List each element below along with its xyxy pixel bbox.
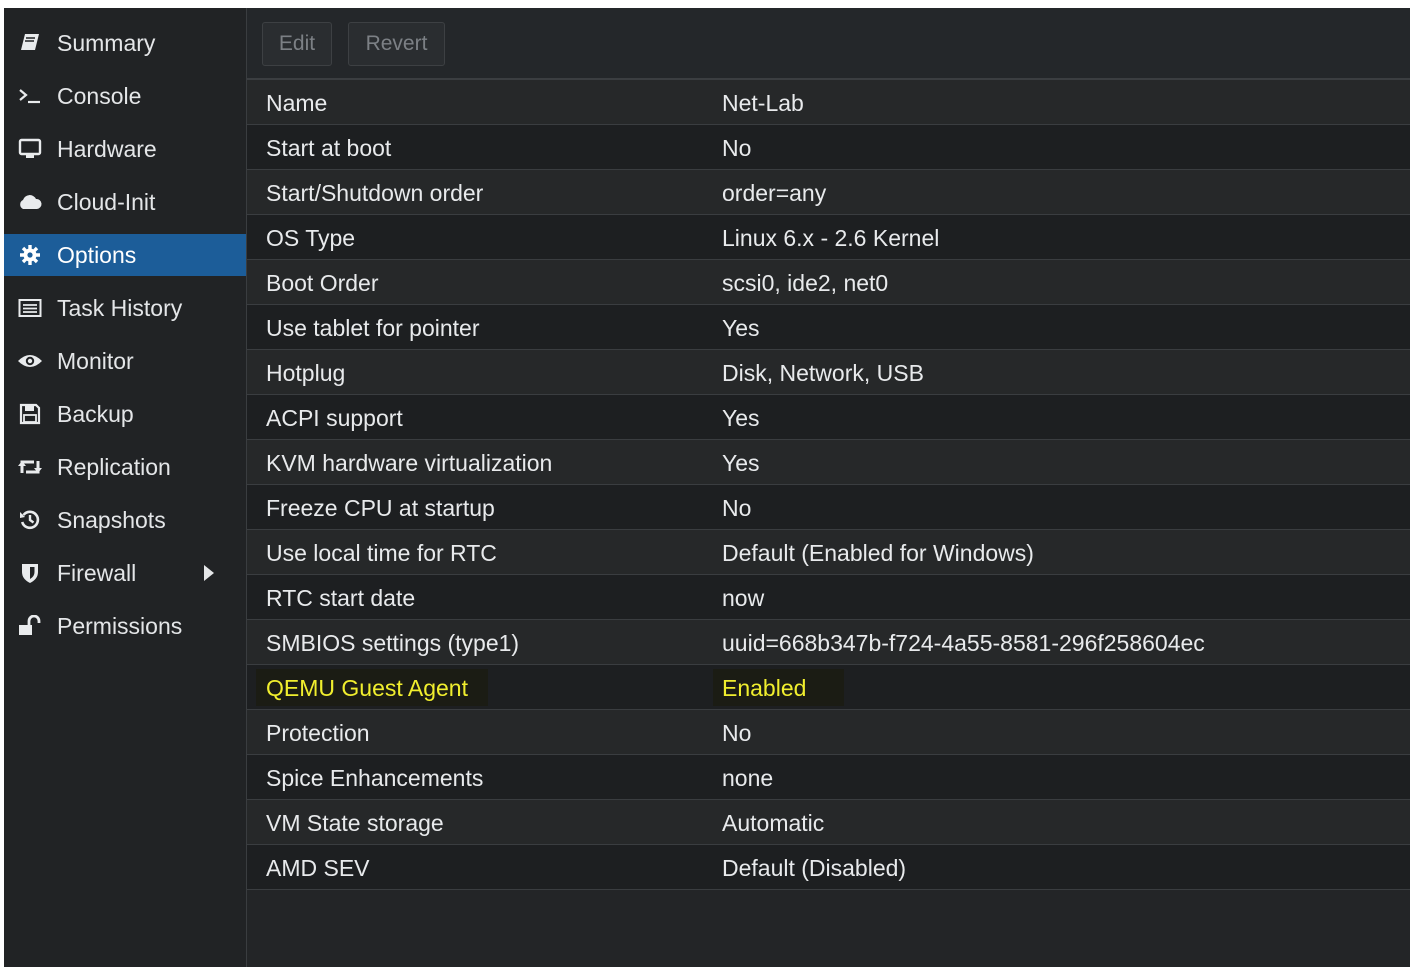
sidebar-item-options[interactable]: Options	[4, 234, 246, 276]
table-row[interactable]: Use tablet for pointer Yes	[247, 305, 1410, 350]
option-key: Start at boot	[266, 135, 392, 161]
floppy-disk-icon	[16, 400, 44, 428]
table-row[interactable]: Boot Order scsi0, ide2, net0	[247, 260, 1410, 305]
history-icon	[16, 506, 44, 534]
sidebar-item-label: Options	[57, 241, 137, 268]
book-icon	[16, 29, 44, 57]
eye-icon	[16, 347, 44, 375]
sidebar-item-backup[interactable]: Backup	[4, 393, 246, 435]
option-key: SMBIOS settings (type1)	[266, 630, 520, 656]
edit-button[interactable]: Edit	[262, 22, 332, 66]
option-value: Yes	[722, 405, 760, 431]
sidebar-item-summary[interactable]: Summary	[4, 22, 246, 64]
sidebar-nav: Summary Console Hardware Cloud-Init Opti	[4, 8, 247, 967]
toolbar: Edit Revert	[247, 8, 1410, 80]
sidebar-item-label: Firewall	[57, 559, 137, 586]
option-key: Spice Enhancements	[266, 765, 484, 791]
table-row[interactable]: Start/Shutdown order order=any	[247, 170, 1410, 215]
retweet-icon	[16, 453, 44, 481]
table-row[interactable]: Freeze CPU at startup No	[247, 485, 1410, 530]
sidebar-item-label: Monitor	[57, 347, 134, 374]
option-key: AMD SEV	[266, 855, 370, 881]
option-key: Protection	[266, 720, 370, 746]
option-value: Yes	[722, 315, 760, 341]
option-key: Use tablet for pointer	[266, 315, 480, 341]
unlock-icon	[16, 612, 44, 640]
option-key: Name	[266, 90, 328, 116]
sidebar-item-label: Snapshots	[57, 506, 166, 533]
sidebar-item-label: Hardware	[57, 135, 157, 162]
table-row[interactable]: Use local time for RTC Default (Enabled …	[247, 530, 1410, 575]
option-value: order=any	[722, 180, 827, 206]
option-value: uuid=668b347b-f724-4a55-8581-296f258604e…	[722, 630, 1205, 656]
sidebar-item-snapshots[interactable]: Snapshots	[4, 499, 246, 541]
option-value: now	[722, 585, 765, 611]
table-row[interactable]: RTC start date now	[247, 575, 1410, 620]
table-row[interactable]: Start at boot No	[247, 125, 1410, 170]
table-row[interactable]: SMBIOS settings (type1) uuid=668b347b-f7…	[247, 620, 1410, 665]
table-row[interactable]: Spice Enhancements none	[247, 755, 1410, 800]
sidebar-item-label: Backup	[57, 400, 134, 427]
option-key: OS Type	[266, 225, 356, 251]
sidebar-item-label: Cloud-Init	[57, 188, 156, 215]
sidebar-item-label: Permissions	[57, 612, 183, 639]
option-value: No	[722, 720, 752, 746]
option-key: VM State storage	[266, 810, 444, 836]
option-value: Default (Disabled)	[722, 855, 907, 881]
option-key: Start/Shutdown order	[266, 180, 484, 206]
option-value: No	[722, 495, 752, 521]
option-value: Linux 6.x - 2.6 Kernel	[722, 225, 940, 251]
expand-arrow-icon[interactable]	[204, 565, 214, 581]
shield-icon	[16, 559, 44, 587]
table-row[interactable]: KVM hardware virtualization Yes	[247, 440, 1410, 485]
sidebar-item-hardware[interactable]: Hardware	[4, 128, 246, 170]
table-row[interactable]: ACPI support Yes	[247, 395, 1410, 440]
sidebar-item-permissions[interactable]: Permissions	[4, 605, 246, 647]
sidebar-item-label: Console	[57, 82, 142, 109]
table-row[interactable]: VM State storage Automatic	[247, 800, 1410, 845]
option-value: No	[722, 135, 752, 161]
sidebar-item-firewall[interactable]: Firewall	[4, 552, 246, 594]
option-key: Use local time for RTC	[266, 540, 497, 566]
cloud-icon	[16, 188, 44, 216]
option-key: RTC start date	[266, 585, 416, 611]
sidebar-item-cloud-init[interactable]: Cloud-Init	[4, 181, 246, 223]
monitor-icon	[16, 135, 44, 163]
option-value: Yes	[722, 450, 760, 476]
table-row-highlighted[interactable]: QEMU Guest Agent Enabled	[247, 665, 1410, 710]
option-key: Hotplug	[266, 360, 346, 386]
table-row[interactable]: Protection No	[247, 710, 1410, 755]
revert-button[interactable]: Revert	[348, 22, 445, 66]
sidebar-item-label: Summary	[57, 29, 156, 56]
sidebar-item-label: Task History	[57, 294, 183, 321]
option-value: Automatic	[722, 810, 825, 836]
sidebar-item-replication[interactable]: Replication	[4, 446, 246, 488]
table-row[interactable]: Hotplug Disk, Network, USB	[247, 350, 1410, 395]
option-value: Enabled	[722, 675, 807, 701]
vm-config-window: Summary Console Hardware Cloud-Init Opti	[4, 8, 1410, 967]
table-row[interactable]: AMD SEV Default (Disabled)	[247, 845, 1410, 890]
option-key: ACPI support	[266, 405, 403, 431]
sidebar-item-monitor[interactable]: Monitor	[4, 340, 246, 382]
option-key: Freeze CPU at startup	[266, 495, 495, 521]
terminal-icon	[16, 82, 44, 110]
options-panel: Edit Revert Name Net-Lab Start at boot N…	[247, 8, 1410, 967]
option-key: QEMU Guest Agent	[266, 675, 468, 701]
sidebar-item-label: Replication	[57, 453, 171, 480]
option-value: Default (Enabled for Windows)	[722, 540, 1034, 566]
table-row[interactable]: Name Net-Lab	[247, 80, 1410, 125]
gear-icon	[16, 241, 44, 269]
option-key: Boot Order	[266, 270, 379, 296]
sidebar-item-console[interactable]: Console	[4, 75, 246, 117]
option-value: scsi0, ide2, net0	[722, 270, 889, 296]
option-value: Net-Lab	[722, 90, 804, 116]
option-key: KVM hardware virtualization	[266, 450, 553, 476]
option-value: Disk, Network, USB	[722, 360, 924, 386]
table-row[interactable]: OS Type Linux 6.x - 2.6 Kernel	[247, 215, 1410, 260]
sidebar-item-task-history[interactable]: Task History	[4, 287, 246, 329]
list-icon	[16, 294, 44, 322]
option-value: none	[722, 765, 774, 791]
